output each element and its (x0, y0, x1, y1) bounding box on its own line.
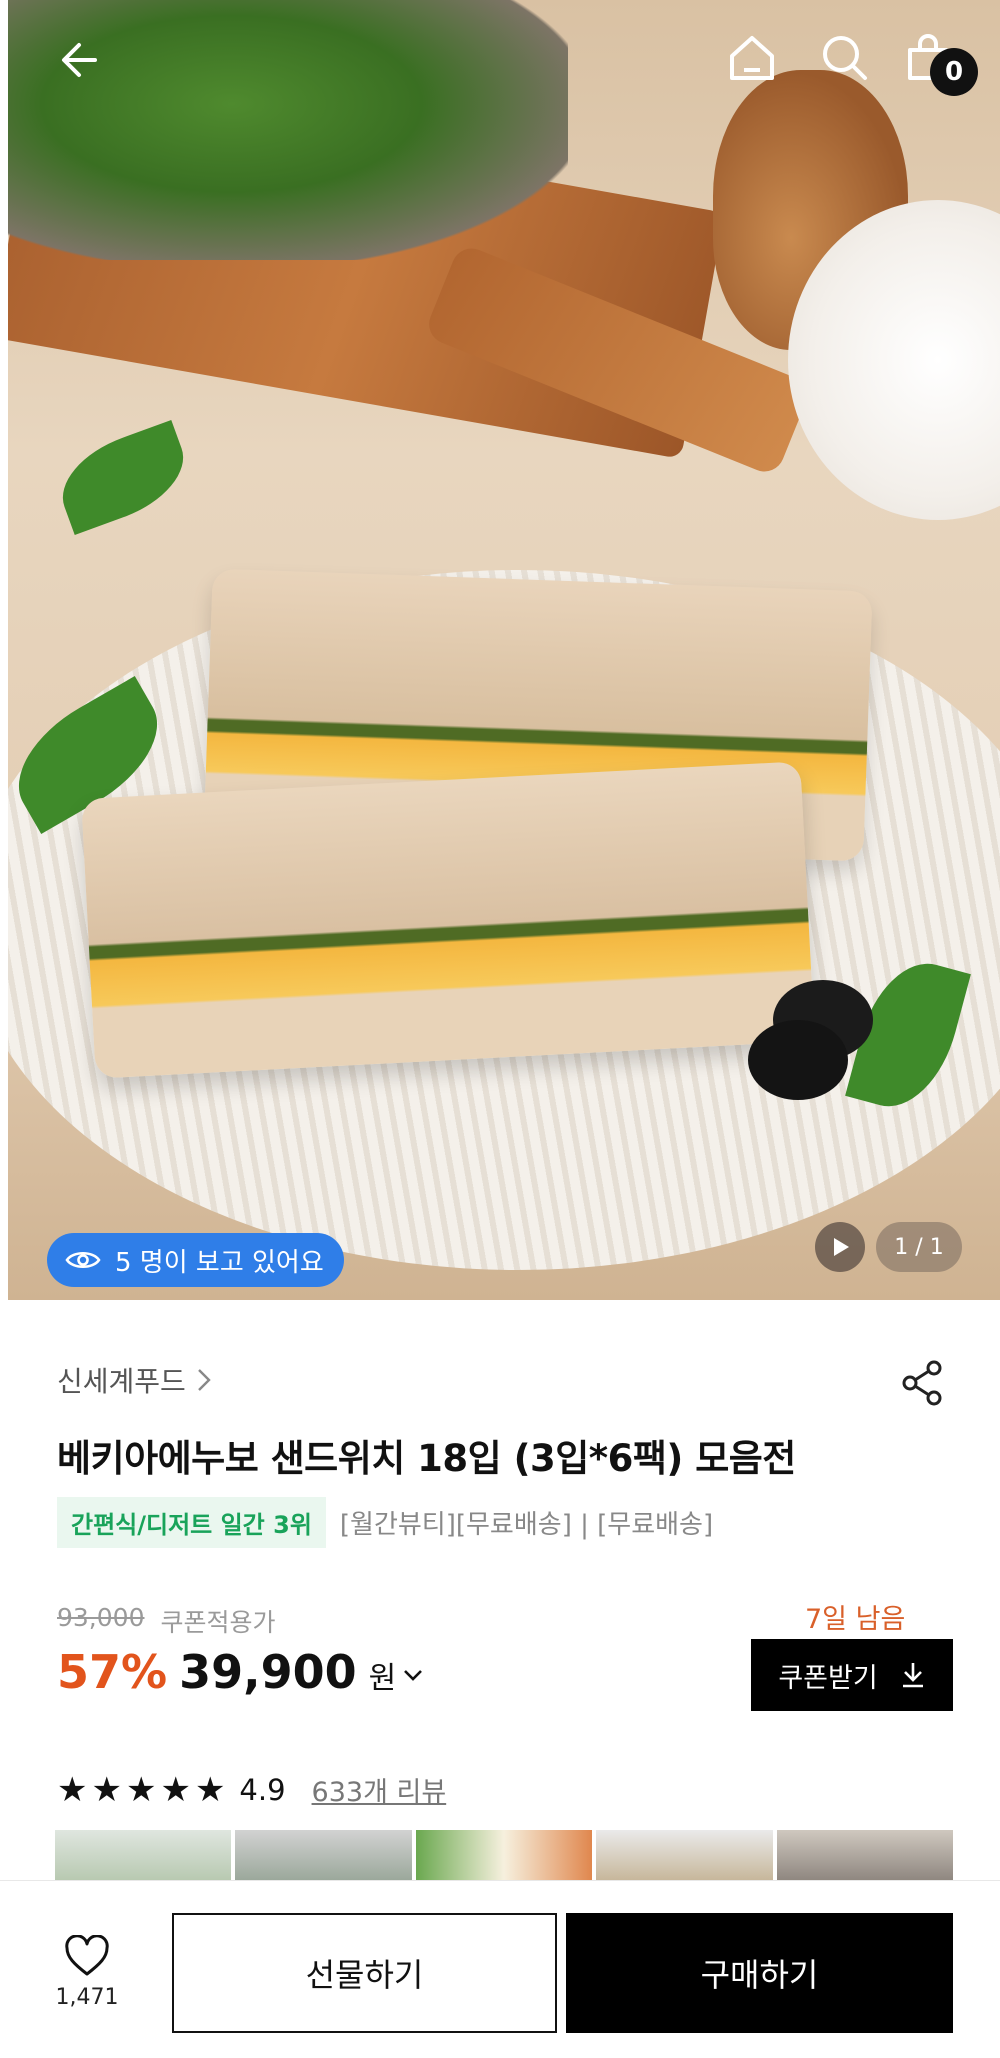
chevron-right-icon (197, 1369, 211, 1391)
coupon-button-label: 쿠폰받기 (778, 1662, 878, 1694)
coupon-applied-label: 쿠폰적용가 (160, 1608, 276, 1637)
star-icon: ★ (57, 1769, 88, 1810)
product-title: 베키아에누보 샌드위치 18입 (3입*6팩) 모음전 (57, 1437, 796, 1480)
rating-score: 4.9 (239, 1772, 286, 1807)
basil-leaf-graphic (49, 420, 197, 535)
price-row: 57% 39,900 원 (57, 1645, 424, 1699)
coupon-download-button[interactable]: 쿠폰받기 (751, 1639, 953, 1711)
search-button[interactable] (815, 28, 875, 88)
back-button[interactable] (50, 30, 110, 90)
eye-icon (65, 1251, 101, 1269)
review-photo[interactable] (596, 1830, 773, 1880)
home-button[interactable] (722, 28, 782, 88)
search-icon (823, 36, 867, 80)
star-icon: ★ (91, 1769, 122, 1810)
product-image[interactable] (8, 0, 1000, 1300)
rating-row: ★ ★ ★ ★ ★ 4.9 633개 리뷰 (57, 1770, 446, 1809)
share-icon (902, 1360, 942, 1406)
currency-label: 원 (368, 1661, 397, 1696)
brand-link[interactable]: 신세계푸드 (57, 1360, 212, 1400)
image-pager: 1 / 1 (876, 1222, 962, 1272)
review-count-link[interactable]: 633개 리뷰 (312, 1770, 447, 1809)
gift-button[interactable]: 선물하기 (172, 1913, 557, 2033)
like-button[interactable]: 1,471 (52, 1934, 122, 2010)
heart-icon (65, 1934, 109, 1976)
sale-price: 39,900 (179, 1645, 357, 1699)
share-button[interactable] (898, 1358, 948, 1408)
product-tags: 간편식/디저트 일간 3위 [월간뷰티][무료배송] | [무료배송] (57, 1497, 713, 1548)
coupon-days-left: 7일 남음 (805, 1604, 906, 1635)
original-price-row: 93,000 쿠폰적용가 (57, 1603, 276, 1639)
download-icon (902, 1663, 923, 1688)
home-icon (730, 36, 774, 80)
brand-name: 신세계푸드 (57, 1365, 186, 1398)
original-price: 93,000 (57, 1603, 145, 1632)
star-icon: ★ (160, 1769, 191, 1810)
ranking-badge[interactable]: 간편식/디저트 일간 3위 (57, 1497, 326, 1548)
review-photo[interactable] (55, 1830, 232, 1880)
promo-tags: [월간뷰티][무료배송] | [무료배송] (339, 1510, 714, 1540)
review-photo-strip (55, 1830, 953, 1880)
star-icon: ★ (194, 1769, 226, 1810)
review-photo[interactable] (235, 1830, 412, 1880)
star-icon: ★ (125, 1769, 157, 1810)
viewers-text: 5 명이 보고 있어요 (115, 1247, 324, 1278)
price-detail-toggle[interactable]: 원 (369, 1653, 425, 1697)
sandwich-graphic (81, 761, 815, 1079)
top-navigation-bar: 0 (0, 0, 1000, 120)
like-count: 1,471 (55, 1985, 119, 2010)
review-photo[interactable] (415, 1830, 593, 1880)
review-photo[interactable] (776, 1830, 953, 1880)
play-icon (834, 1238, 849, 1256)
olive-graphic (748, 1020, 848, 1100)
cart-count-badge: 0 (930, 48, 978, 96)
buy-button[interactable]: 구매하기 (566, 1913, 953, 2033)
arrow-left-icon (62, 43, 97, 77)
discount-rate: 57% (57, 1645, 168, 1699)
live-viewers-badge: 5 명이 보고 있어요 (47, 1233, 344, 1287)
video-play-button[interactable] (815, 1222, 865, 1272)
chevron-down-icon (404, 1670, 423, 1681)
